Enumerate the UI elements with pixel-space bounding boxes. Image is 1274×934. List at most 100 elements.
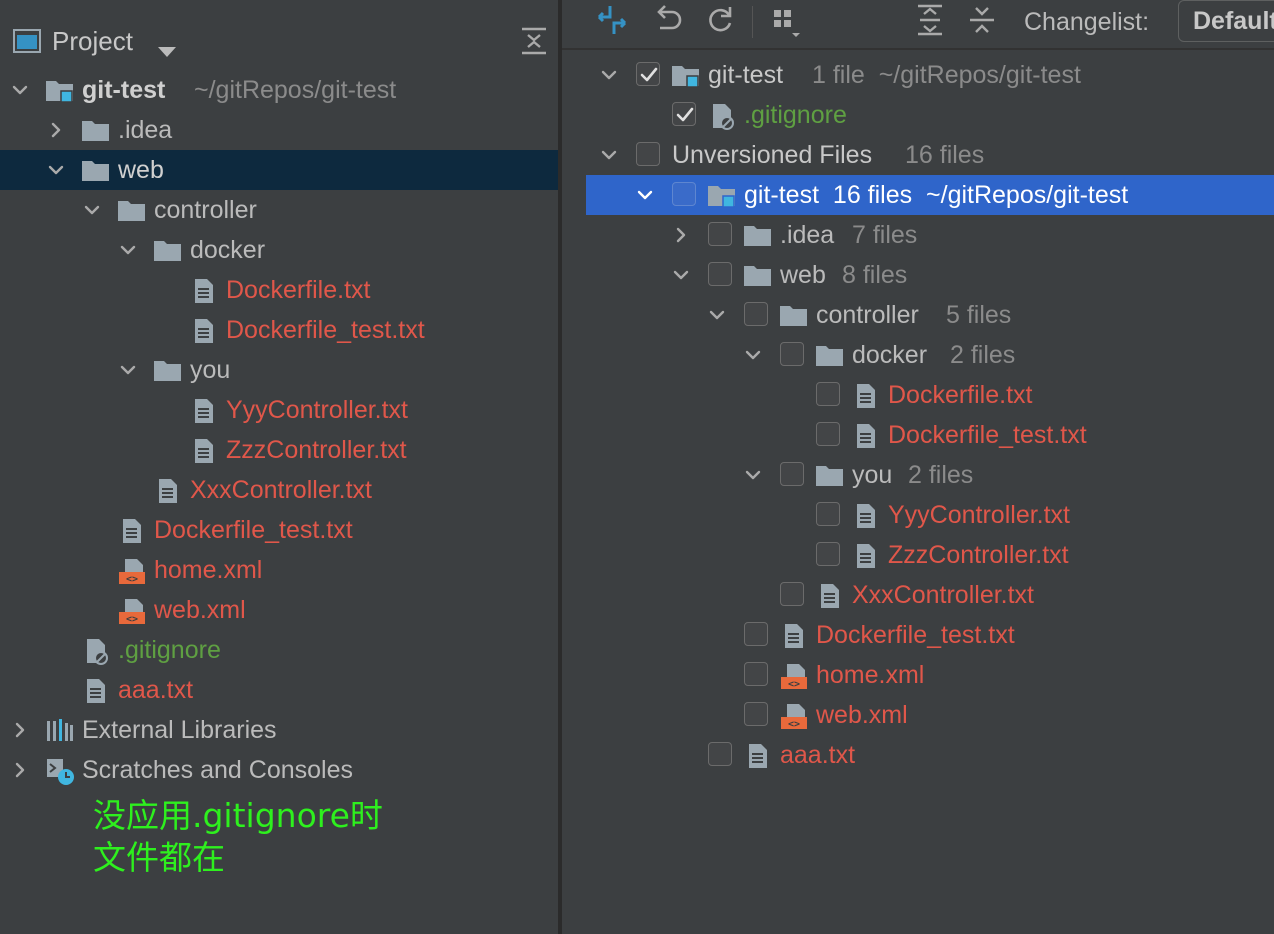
tree-row-docker[interactable]: docker xyxy=(0,230,558,270)
checkbox[interactable] xyxy=(744,702,768,726)
refresh-icon[interactable] xyxy=(702,2,738,38)
changes-row-aaa-txt[interactable]: aaa.txt xyxy=(586,735,1274,775)
module-folder-icon xyxy=(45,70,75,110)
tree-row-aaa-txt[interactable]: aaa.txt xyxy=(0,670,558,710)
chevron-down-icon[interactable] xyxy=(157,36,177,57)
chevron-right-icon[interactable] xyxy=(670,215,692,255)
checkbox-checked[interactable] xyxy=(672,102,696,126)
folder-icon xyxy=(779,295,809,335)
changes-row-you[interactable]: you 2 files xyxy=(586,455,1274,495)
chevron-down-icon[interactable] xyxy=(81,190,103,230)
tree-row-web[interactable]: web xyxy=(0,150,558,190)
changes-row-unversioned-git-test[interactable]: git-test 16 files ~/gitRepos/git-test xyxy=(586,175,1274,215)
tree-row-external-libraries[interactable]: External Libraries xyxy=(0,710,558,750)
chevron-right-icon[interactable] xyxy=(9,710,31,750)
checkbox[interactable] xyxy=(744,302,768,326)
checkbox[interactable] xyxy=(816,382,840,406)
tree-label: YyyController.txt xyxy=(226,396,409,424)
checkbox[interactable] xyxy=(672,182,696,206)
tree-row-zzz-controller[interactable]: ZzzController.txt xyxy=(0,430,558,470)
changes-label: .idea xyxy=(780,221,835,249)
chevron-down-icon[interactable] xyxy=(9,70,31,110)
rollback-icon[interactable] xyxy=(650,2,686,38)
changes-row-git-test[interactable]: git-test 1 file ~/gitRepos/git-test xyxy=(586,55,1274,95)
tree-label: you xyxy=(190,356,231,384)
changes-row-unversioned-files[interactable]: Unversioned Files 16 files xyxy=(586,135,1274,175)
tree-row-yyy-controller[interactable]: YyyController.txt xyxy=(0,390,558,430)
checkbox[interactable] xyxy=(780,462,804,486)
checkbox[interactable] xyxy=(816,542,840,566)
xml-file-icon xyxy=(779,695,809,735)
changes-row-yyy-controller[interactable]: YyyController.txt xyxy=(586,495,1274,535)
chevron-right-icon[interactable] xyxy=(45,110,67,150)
changes-row-dockerfile-test[interactable]: Dockerfile_test.txt xyxy=(586,415,1274,455)
changes-row-controller[interactable]: controller 5 files xyxy=(586,295,1274,335)
tree-row-dockerfile-test[interactable]: Dockerfile_test.txt xyxy=(0,310,558,350)
changes-row-web-xml[interactable]: web.xml xyxy=(586,695,1274,735)
tree-label: docker xyxy=(190,236,266,264)
tree-row-idea[interactable]: .idea xyxy=(0,110,558,150)
chevron-down-icon[interactable] xyxy=(742,455,764,495)
show-diff-icon[interactable] xyxy=(594,2,630,38)
changes-row-zzz-controller[interactable]: ZzzController.txt xyxy=(586,535,1274,575)
tree-row-xxx-controller[interactable]: XxxController.txt xyxy=(0,470,558,510)
checkbox[interactable] xyxy=(708,742,732,766)
tree-row-dockerfile[interactable]: Dockerfile.txt xyxy=(0,270,558,310)
chevron-down-icon[interactable] xyxy=(45,150,67,190)
checkbox[interactable] xyxy=(708,262,732,286)
group-by-icon[interactable] xyxy=(770,2,806,38)
checkbox[interactable] xyxy=(636,142,660,166)
project-view-selector[interactable]: Project xyxy=(52,21,133,61)
changes-row-docker[interactable]: docker 2 files xyxy=(586,335,1274,375)
checkbox[interactable] xyxy=(780,582,804,606)
expand-all-icon[interactable] xyxy=(912,2,948,38)
changelist-value: Default xyxy=(1193,7,1274,35)
tree-row-git-test[interactable]: git-test ~/gitRepos/git-test xyxy=(0,70,558,110)
text-file-icon xyxy=(743,735,773,775)
checkbox[interactable] xyxy=(816,502,840,526)
chevron-down-icon[interactable] xyxy=(706,295,728,335)
chevron-down-icon[interactable] xyxy=(598,135,620,175)
changes-row-idea[interactable]: .idea 7 files xyxy=(586,215,1274,255)
tree-row-controller[interactable]: controller xyxy=(0,190,558,230)
chevron-right-icon[interactable] xyxy=(9,750,31,790)
folder-icon xyxy=(815,455,845,495)
chevron-down-icon[interactable] xyxy=(117,350,139,390)
annotation-line: 没应用.gitignore时 xyxy=(93,796,383,835)
tree-row-home-xml[interactable]: home.xml xyxy=(0,550,558,590)
toolbar-separator xyxy=(752,6,753,38)
checkbox[interactable] xyxy=(744,662,768,686)
checkbox[interactable] xyxy=(780,342,804,366)
chevron-down-icon[interactable] xyxy=(742,335,764,375)
tree-row-you[interactable]: you xyxy=(0,350,558,390)
chevron-down-icon[interactable] xyxy=(634,175,656,215)
tree-row-web-xml[interactable]: web.xml xyxy=(0,590,558,630)
checkbox[interactable] xyxy=(816,422,840,446)
xml-file-icon xyxy=(779,655,809,695)
changes-label: Dockerfile_test.txt xyxy=(888,421,1087,449)
text-file-icon xyxy=(779,615,809,655)
tree-label: XxxController.txt xyxy=(190,476,373,504)
checkbox[interactable] xyxy=(744,622,768,646)
collapse-all-icon[interactable] xyxy=(964,2,1000,38)
chevron-down-icon[interactable] xyxy=(598,55,620,95)
folder-icon xyxy=(81,110,111,150)
changes-row-web[interactable]: web 8 files xyxy=(586,255,1274,295)
tree-row-scratches[interactable]: Scratches and Consoles xyxy=(0,750,558,790)
collapse-all-icon[interactable] xyxy=(520,26,548,56)
tree-label: .idea xyxy=(118,116,173,144)
checkbox-checked[interactable] xyxy=(636,62,660,86)
chevron-down-icon[interactable] xyxy=(117,230,139,270)
tree-label: Dockerfile_test.txt xyxy=(226,316,425,344)
changes-row-gitignore[interactable]: .gitignore xyxy=(586,95,1274,135)
changes-row-home-xml[interactable]: home.xml xyxy=(586,655,1274,695)
changes-label: XxxController.txt xyxy=(852,581,1035,609)
changes-row-web-dockerfile-test[interactable]: Dockerfile_test.txt xyxy=(586,615,1274,655)
changes-row-xxx-controller[interactable]: XxxController.txt xyxy=(586,575,1274,615)
chevron-down-icon[interactable] xyxy=(670,255,692,295)
changes-row-dockerfile[interactable]: Dockerfile.txt xyxy=(586,375,1274,415)
tree-row-gitignore[interactable]: .gitignore xyxy=(0,630,558,670)
checkbox[interactable] xyxy=(708,222,732,246)
changelist-dropdown[interactable]: Default xyxy=(1178,0,1274,42)
tree-row-web-dockerfile-test[interactable]: Dockerfile_test.txt xyxy=(0,510,558,550)
